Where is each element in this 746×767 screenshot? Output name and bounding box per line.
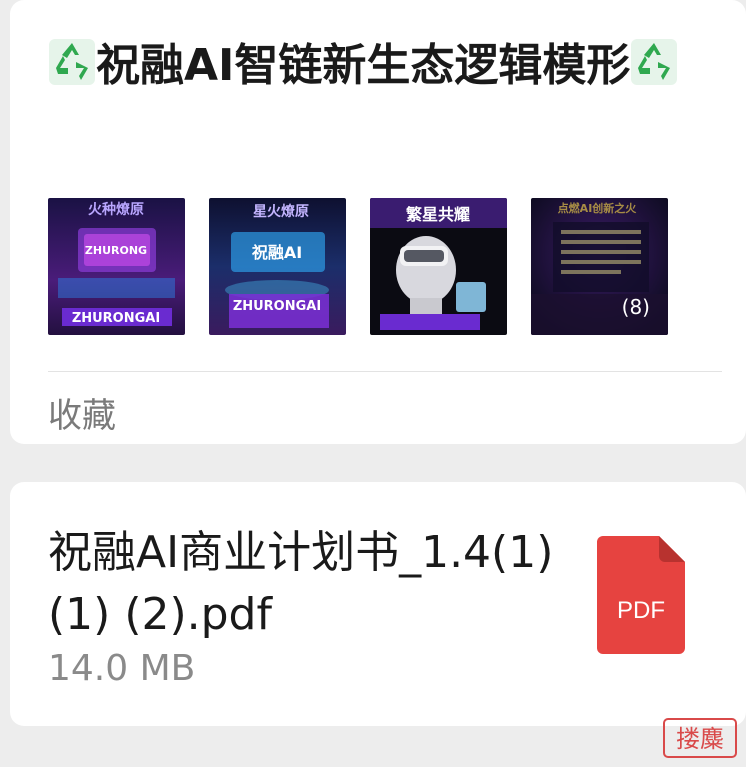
- thumbnail-caption-mid: ZHURONG: [85, 244, 147, 257]
- pdf-file-type-label: PDF: [617, 597, 665, 624]
- more-images-count: (8): [621, 295, 650, 319]
- watermark-logo: 搂麋: [663, 718, 737, 758]
- thumbnail-caption-top: 火种燎原: [88, 201, 144, 218]
- thumbnail-caption-bottom: ZHURONGAI: [72, 311, 160, 326]
- recycle-icon: [48, 38, 96, 86]
- thumbnail-image[interactable]: 繁星共耀: [370, 198, 507, 335]
- thumbnail-caption-bottom: ZHURONGAI: [233, 299, 321, 314]
- thumbnail-image-more[interactable]: 点燃AI创新之火 (8): [531, 198, 668, 335]
- file-size: 14.0 MB: [48, 648, 196, 689]
- image-thumbnails: 火种燎原 ZHURONG ZHURONGAI 星火燎原 祝融AI ZHURONG…: [48, 198, 668, 335]
- file-card[interactable]: 祝融AI商业计划书_1.4(1) (1) (2).pdf 14.0 MB PDF: [10, 482, 746, 726]
- thumbnail-image[interactable]: 星火燎原 祝融AI ZHURONGAI: [209, 198, 346, 335]
- note-title: 祝融AI智链新生态逻辑模形: [48, 34, 708, 98]
- file-name: 祝融AI商业计划书_1.4(1) (1) (2).pdf: [48, 527, 554, 640]
- thumbnail-caption-top: 繁星共耀: [405, 205, 470, 224]
- thumbnail-caption-top: 星火燎原: [253, 203, 309, 220]
- divider: [48, 371, 722, 372]
- favorite-note-card[interactable]: 祝融AI智链新生态逻辑模形 火种燎原 ZHURONG ZHURONGAI 星火燎…: [10, 0, 746, 444]
- pdf-file-icon: PDF: [597, 536, 685, 654]
- thumbnail-image[interactable]: 火种燎原 ZHURONG ZHURONGAI: [48, 198, 185, 335]
- thumbnail-caption-mid: 祝融AI: [252, 243, 302, 262]
- favorite-label: 收藏: [48, 396, 116, 436]
- watermark-text: 搂麋: [676, 725, 724, 753]
- recycle-icon: [630, 38, 678, 86]
- note-title-text: 祝融AI智链新生态逻辑模形: [96, 40, 631, 91]
